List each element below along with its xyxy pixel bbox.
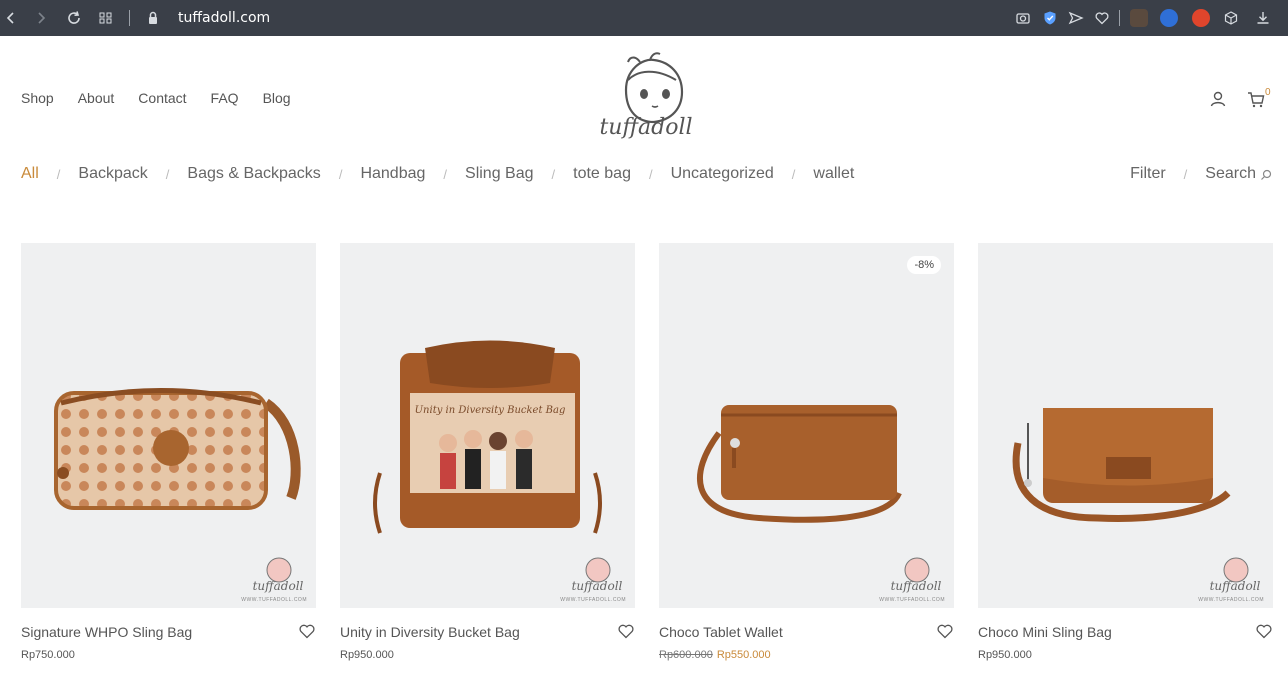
- site-logo[interactable]: tuffadoll: [590, 50, 702, 146]
- original-price: Rp600.000: [659, 649, 713, 661]
- search-button[interactable]: Search: [1205, 165, 1256, 183]
- product-price: Rp950.000: [978, 649, 1032, 661]
- heart-icon[interactable]: [298, 622, 316, 640]
- chevron-right-icon[interactable]: [30, 7, 52, 29]
- browser-toolbar: tuffadoll.com: [0, 0, 1288, 36]
- extension-cube-icon[interactable]: [1130, 9, 1148, 27]
- cart-icon[interactable]: [1246, 89, 1266, 109]
- category-wallet[interactable]: wallet: [813, 165, 854, 183]
- product-title[interactable]: Signature WHPO Sling Bag: [21, 624, 192, 640]
- toolbar-divider: [1119, 10, 1120, 26]
- sale-badge: -8%: [907, 256, 941, 274]
- logo-wordmark: tuffadoll: [599, 115, 692, 140]
- category-separator: /: [56, 166, 61, 182]
- watermark-logo: tuffadoll: [568, 550, 626, 600]
- category-separator: /: [165, 166, 170, 182]
- extension-shield-icon[interactable]: [1192, 9, 1210, 27]
- main-nav: Shop About Contact FAQ Blog: [21, 90, 315, 106]
- category-filter: All / Backpack / Bags & Backpacks / Hand…: [21, 165, 854, 183]
- reload-icon[interactable]: [63, 7, 85, 29]
- product-price: Rp750.000: [21, 649, 75, 661]
- category-uncategorized[interactable]: Uncategorized: [671, 165, 774, 183]
- filter-button[interactable]: Filter: [1130, 165, 1166, 183]
- camera-icon[interactable]: [1012, 7, 1034, 29]
- product-title[interactable]: Choco Tablet Wallet: [659, 624, 783, 640]
- watermark-url: WWW.TUFFADOLL.COM: [879, 597, 945, 603]
- toolbar-divider: [129, 10, 130, 26]
- product-image[interactable]: Unity in Diversity Bucket Bag tuffadoll …: [340, 243, 635, 608]
- nav-shop[interactable]: Shop: [21, 90, 54, 106]
- nav-blog[interactable]: Blog: [263, 90, 291, 106]
- category-separator: /: [551, 166, 556, 182]
- watermark-logo: tuffadoll: [1206, 550, 1264, 600]
- grid-icon[interactable]: [95, 7, 117, 29]
- category-sling-bag[interactable]: Sling Bag: [465, 165, 534, 183]
- watermark-url: WWW.TUFFADOLL.COM: [241, 597, 307, 603]
- heart-icon[interactable]: [936, 622, 954, 640]
- product-title[interactable]: Choco Mini Sling Bag: [978, 624, 1112, 640]
- lock-icon: [142, 7, 164, 29]
- send-icon[interactable]: [1065, 7, 1087, 29]
- svg-text:tuffadoll: tuffadoll: [891, 579, 942, 593]
- product-grid: tuffadoll WWW.TUFFADOLL.COM Signature WH…: [21, 243, 1273, 693]
- extension-hat-icon[interactable]: [1160, 9, 1178, 27]
- category-bags-backpacks[interactable]: Bags & Backpacks: [187, 165, 320, 183]
- heart-icon[interactable]: [1255, 622, 1273, 640]
- category-all[interactable]: All: [21, 165, 39, 183]
- watermark-url: WWW.TUFFADOLL.COM: [560, 597, 626, 603]
- sale-price: Rp550.000: [716, 649, 771, 661]
- tool-separator: /: [1183, 166, 1188, 182]
- product-card[interactable]: tuffadoll WWW.TUFFADOLL.COM Choco Mini S…: [978, 243, 1273, 661]
- product-card[interactable]: tuffadoll WWW.TUFFADOLL.COM Signature WH…: [21, 243, 316, 661]
- cube-icon[interactable]: [1220, 7, 1242, 29]
- svg-text:tuffadoll: tuffadoll: [572, 579, 623, 593]
- shop-tools: Filter / Search: [1130, 165, 1272, 183]
- nav-contact[interactable]: Contact: [138, 90, 186, 106]
- chevron-left-icon[interactable]: [0, 7, 22, 29]
- category-tote-bag[interactable]: tote bag: [573, 165, 631, 183]
- category-separator: /: [443, 166, 448, 182]
- nav-faq[interactable]: FAQ: [211, 90, 239, 106]
- watermark-logo: tuffadoll: [249, 550, 307, 600]
- nav-about[interactable]: About: [78, 90, 115, 106]
- search-icon[interactable]: [1260, 168, 1272, 180]
- product-image[interactable]: tuffadoll WWW.TUFFADOLL.COM: [978, 243, 1273, 608]
- watermark-logo: tuffadoll: [887, 550, 945, 600]
- svg-text:tuffadoll: tuffadoll: [253, 579, 304, 593]
- product-price: Rp600.000 Rp550.000: [659, 649, 771, 661]
- product-image[interactable]: -8% tuffadoll WWW.TUFFADOLL.COM: [659, 243, 954, 608]
- category-separator: /: [648, 166, 653, 182]
- svg-text:tuffadoll: tuffadoll: [1210, 579, 1261, 593]
- url-field[interactable]: tuffadoll.com: [178, 10, 270, 26]
- download-icon[interactable]: [1252, 7, 1274, 29]
- heart-icon[interactable]: [617, 622, 635, 640]
- category-backpack[interactable]: Backpack: [78, 165, 147, 183]
- category-handbag[interactable]: Handbag: [360, 165, 425, 183]
- cart-count: 0: [1265, 87, 1271, 98]
- product-card[interactable]: Unity in Diversity Bucket Bag tuffadoll …: [340, 243, 635, 661]
- category-separator: /: [791, 166, 796, 182]
- product-price: Rp950.000: [340, 649, 394, 661]
- product-title[interactable]: Unity in Diversity Bucket Bag: [340, 624, 520, 640]
- bag-print-text: Unity in Diversity Bucket Bag: [415, 405, 566, 416]
- product-image[interactable]: tuffadoll WWW.TUFFADOLL.COM: [21, 243, 316, 608]
- product-card[interactable]: -8% tuffadoll WWW.TUFFADOLL.COM Choco Ta…: [659, 243, 954, 661]
- watermark-url: WWW.TUFFADOLL.COM: [1198, 597, 1264, 603]
- heart-icon[interactable]: [1091, 7, 1113, 29]
- category-separator: /: [338, 166, 343, 182]
- shield-icon[interactable]: [1039, 7, 1061, 29]
- user-icon[interactable]: [1208, 89, 1228, 109]
